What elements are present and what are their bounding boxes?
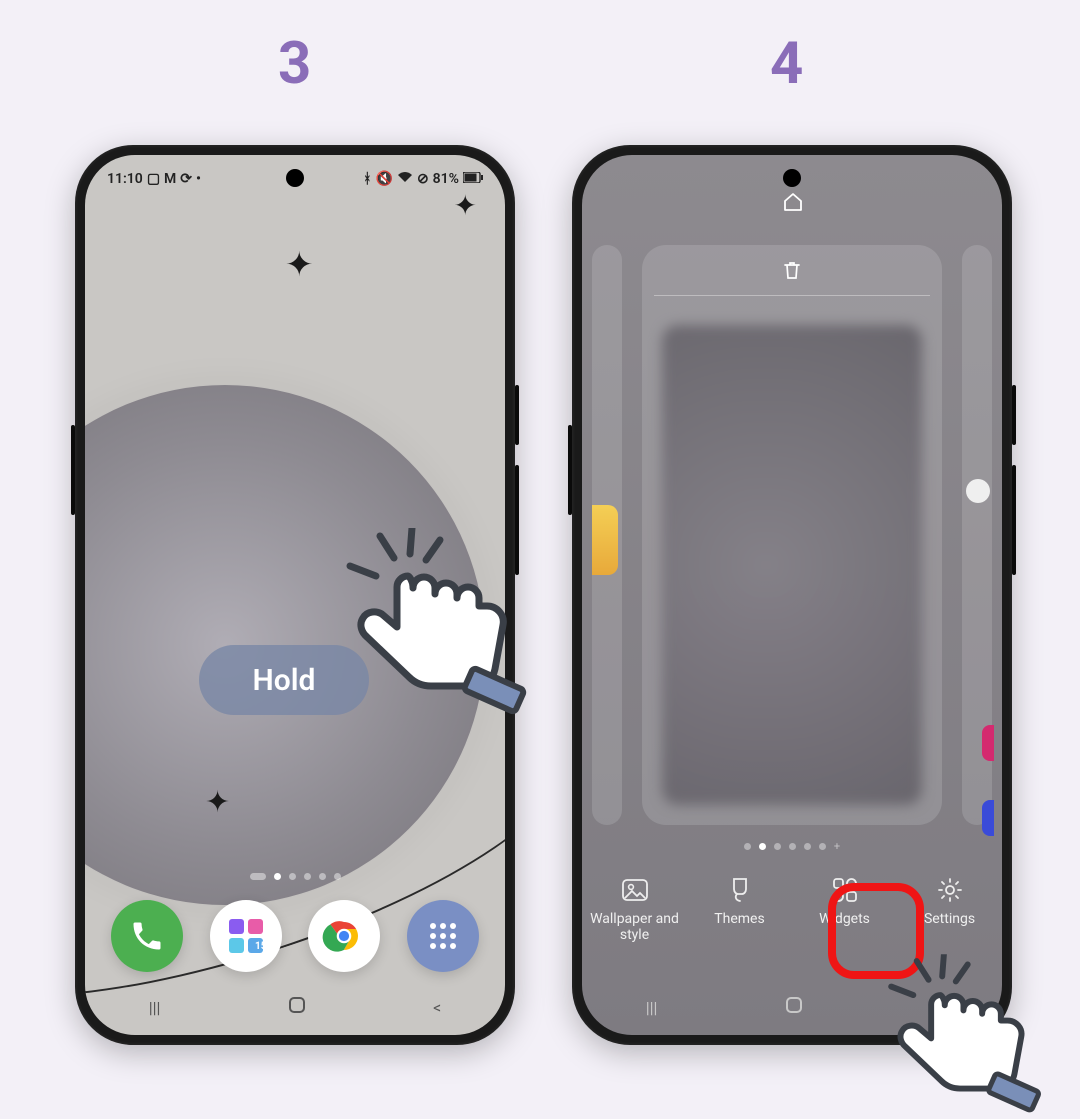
dock: 15 [85, 891, 505, 981]
battery-icon [463, 171, 483, 187]
sync-icon: ⟳ [180, 171, 192, 187]
side-button [71, 425, 75, 515]
peek-widget [592, 505, 618, 575]
app-drawer-icon[interactable] [407, 900, 479, 972]
battery-percent: 81% [433, 171, 459, 187]
editor-page-indicator: + [582, 843, 1002, 850]
bluetooth-icon: ᚼ [363, 171, 371, 187]
delete-page-icon[interactable] [782, 259, 802, 285]
phone-frame-step4: + Wallpaper and style Themes Widgets [572, 145, 1012, 1045]
home-editor-screen[interactable]: + Wallpaper and style Themes Widgets [582, 155, 1002, 1035]
sparkle-icon: ✦ [454, 189, 477, 222]
peek-icon [966, 479, 990, 503]
volume-button [515, 385, 519, 445]
phone-app-icon[interactable] [111, 900, 183, 972]
sparkle-icon: ✦ [285, 245, 314, 285]
phone-frame-step3: ✦ ✦ ✦ 11:10 ▢ M ⟳ • ᚼ 🔇 ⊘ 81% [75, 145, 515, 1045]
navigation-bar: ||| < [85, 993, 505, 1021]
themes-button[interactable]: Themes [695, 875, 785, 927]
back-button[interactable]: < [930, 998, 938, 1017]
camera-punch-hole [783, 169, 801, 187]
next-page-card[interactable] [962, 245, 992, 825]
svg-text:15: 15 [255, 941, 267, 952]
peek-widget [982, 800, 994, 836]
status-bar: 11:10 ▢ M ⟳ • ᚼ 🔇 ⊘ 81% [85, 165, 505, 193]
option-label: Settings [924, 911, 975, 927]
picsart-app-icon[interactable]: 15 [210, 900, 282, 972]
gear-icon [935, 875, 965, 905]
recents-button[interactable]: ||| [149, 998, 161, 1017]
home-button[interactable] [288, 996, 306, 1018]
step-number-3: 3 [278, 30, 311, 98]
highlight-ring [828, 883, 924, 979]
peek-widget [982, 725, 994, 761]
editor-options-row: Wallpaper and style Themes Widgets Setti… [582, 875, 1002, 965]
back-button[interactable]: < [433, 998, 441, 1017]
prev-page-card[interactable] [592, 245, 622, 825]
home-outline-icon[interactable] [782, 191, 802, 211]
picture-icon [620, 875, 650, 905]
current-page-card[interactable] [642, 245, 942, 825]
option-label: Themes [714, 911, 764, 927]
wallpaper-and-style-button[interactable]: Wallpaper and style [590, 875, 680, 943]
page-indicator [85, 873, 505, 880]
power-button [1012, 465, 1016, 575]
page-preview-wallpaper [662, 325, 922, 805]
navigation-bar: ||| < [582, 993, 1002, 1021]
sparkle-icon: ✦ [205, 785, 230, 820]
hold-instruction-pill: Hold [199, 645, 369, 715]
brush-icon [725, 875, 755, 905]
wifi-icon [397, 171, 413, 187]
option-label: Wallpaper and style [590, 911, 680, 943]
no-data-icon: ⊘ [417, 171, 429, 187]
panel-divider [654, 295, 930, 296]
side-button [568, 425, 572, 515]
home-screen[interactable]: ✦ ✦ ✦ 11:10 ▢ M ⟳ • ᚼ 🔇 ⊘ 81% [85, 155, 505, 1035]
gmail-icon: M [164, 171, 176, 187]
dot-icon: • [196, 171, 201, 187]
home-button[interactable] [785, 996, 803, 1018]
status-time: 11:10 [107, 171, 143, 187]
image-icon: ▢ [147, 171, 160, 187]
power-button [515, 465, 519, 575]
recents-button[interactable]: ||| [646, 998, 658, 1017]
chrome-app-icon[interactable] [308, 900, 380, 972]
volume-button [1012, 385, 1016, 445]
step-number-4: 4 [770, 30, 803, 98]
mute-icon: 🔇 [376, 171, 393, 187]
